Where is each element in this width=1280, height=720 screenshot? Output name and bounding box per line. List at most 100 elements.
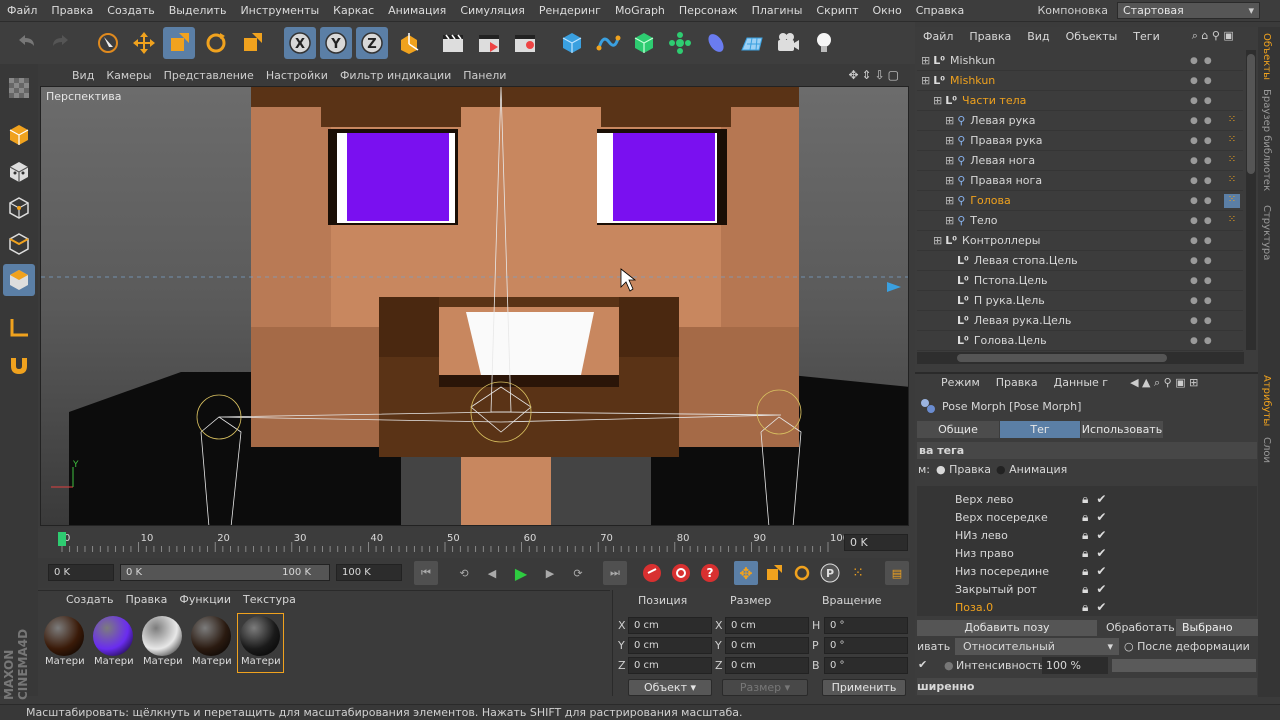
- menu-animation[interactable]: Анимация: [381, 4, 453, 17]
- material-swatch[interactable]: Матери: [189, 614, 234, 672]
- pose-tag-icon[interactable]: ⁙: [1224, 174, 1240, 188]
- attr-tab-tag[interactable]: Тег: [1000, 421, 1080, 438]
- redo-button[interactable]: [45, 27, 77, 59]
- key-rotation-button[interactable]: [790, 561, 814, 585]
- expand-icon[interactable]: ⊞: [945, 134, 954, 147]
- visibility-dots[interactable]: ●●: [1190, 131, 1216, 151]
- position-field[interactable]: 0 cm: [628, 617, 712, 634]
- obj-menu-tags[interactable]: Теги: [1125, 30, 1167, 43]
- go-end-button[interactable]: ⏭: [603, 561, 627, 585]
- pose-tag-icon[interactable]: ⁙: [1224, 114, 1240, 128]
- texture-mode-button[interactable]: [3, 156, 35, 188]
- key-scale-button[interactable]: [762, 561, 786, 585]
- coord-mode-select[interactable]: Объект ▾: [628, 679, 712, 696]
- y-axis-button[interactable]: Y: [320, 27, 352, 59]
- after-deform-checkbox[interactable]: ○ После деформации: [1124, 640, 1250, 653]
- material-swatch[interactable]: Матери: [91, 614, 136, 672]
- make-editable-button[interactable]: [3, 72, 35, 104]
- menu-simulation[interactable]: Симуляция: [453, 4, 532, 17]
- current-frame-field[interactable]: 0 K: [844, 534, 908, 551]
- visibility-dots[interactable]: ●●: [1190, 271, 1216, 291]
- material-swatch[interactable]: Матери: [237, 613, 284, 673]
- obj-menu-file[interactable]: Файл: [915, 30, 961, 43]
- menu-create[interactable]: Создать: [100, 4, 162, 17]
- obj-menu-objects[interactable]: Объекты: [1058, 30, 1126, 43]
- viewport-nav-icons[interactable]: ✥⇕⇩▢: [848, 68, 902, 82]
- recent-tool-button[interactable]: [236, 27, 268, 59]
- key-param-button[interactable]: P: [818, 561, 842, 585]
- go-start-button[interactable]: ⏮: [414, 561, 438, 585]
- intensity-check[interactable]: ✔: [918, 658, 927, 671]
- apply-button[interactable]: Применить: [822, 679, 906, 696]
- scene-button[interactable]: [736, 27, 768, 59]
- auto-key-button[interactable]: [669, 561, 693, 585]
- timeline-window-button[interactable]: ▤: [885, 561, 909, 585]
- layout-select[interactable]: Стартовая ▾: [1117, 2, 1260, 19]
- pose-tag-icon[interactable]: ⁙: [1224, 214, 1240, 228]
- render-settings-button[interactable]: [509, 27, 541, 59]
- tab-content-browser[interactable]: Браузер библиотек: [1261, 89, 1272, 191]
- expand-icon[interactable]: ⊞: [945, 194, 954, 207]
- menu-window[interactable]: Окно: [865, 4, 908, 17]
- mat-menu-texture[interactable]: Текстура: [237, 593, 302, 606]
- next-key-button[interactable]: ⟳: [566, 561, 590, 585]
- attr-tab-basic[interactable]: Общие: [917, 421, 999, 438]
- range-slider[interactable]: 0 K 100 K: [120, 564, 330, 581]
- tab-structure[interactable]: Структура: [1261, 205, 1272, 260]
- pose-lock-check[interactable]: 🔒︎✔: [1082, 510, 1114, 525]
- visibility-dots[interactable]: ●●: [1190, 311, 1216, 331]
- menu-render[interactable]: Рендеринг: [532, 4, 608, 17]
- visibility-dots[interactable]: ●●: [1190, 111, 1216, 131]
- playhead[interactable]: [58, 532, 66, 546]
- menu-tools[interactable]: Инструменты: [233, 4, 326, 17]
- vp-menu-panels[interactable]: Панели: [457, 69, 512, 82]
- visibility-dots[interactable]: ●●: [1190, 151, 1216, 171]
- edges-mode-button[interactable]: [3, 228, 35, 260]
- pose-item[interactable]: Низ посередине: [955, 565, 1049, 578]
- live-select-button[interactable]: [92, 27, 124, 59]
- rotation-field[interactable]: 0 °: [824, 637, 908, 654]
- undo-button[interactable]: [10, 27, 42, 59]
- obj-menu-view[interactable]: Вид: [1019, 30, 1057, 43]
- next-frame-button[interactable]: ▶: [538, 561, 562, 585]
- expand-icon[interactable]: ⊞: [945, 214, 954, 227]
- rotate-tool-button[interactable]: [200, 27, 232, 59]
- vp-menu-view[interactable]: Вид: [66, 69, 100, 82]
- render-picture-button[interactable]: [473, 27, 505, 59]
- play-button[interactable]: ▶: [509, 561, 533, 585]
- timeline-ruler[interactable]: 0 10 20 30 40 50 60 70 80 90 100: [38, 528, 910, 558]
- deformer-button[interactable]: [700, 27, 732, 59]
- pose-item[interactable]: Низ право: [955, 547, 1014, 560]
- size-field[interactable]: 0 cm: [725, 617, 809, 634]
- material-swatch[interactable]: Матери: [140, 614, 185, 672]
- key-pla-button[interactable]: ⁙: [846, 561, 870, 585]
- scale-tool-button[interactable]: [163, 27, 195, 59]
- axis-mode-button[interactable]: [3, 312, 35, 344]
- expand-icon[interactable]: ⊞: [921, 54, 930, 67]
- light-button[interactable]: [808, 27, 840, 59]
- pose-lock-check[interactable]: 🔒︎✔: [1082, 546, 1114, 561]
- menu-plugins[interactable]: Плагины: [745, 4, 810, 17]
- tab-objects[interactable]: Объекты: [1261, 33, 1272, 80]
- generator-button[interactable]: [628, 27, 660, 59]
- pose-lock-check[interactable]: 🔒︎✔: [1082, 528, 1114, 543]
- perspective-viewport[interactable]: Y Перспектива: [40, 86, 909, 526]
- spline-button[interactable]: [592, 27, 624, 59]
- tab-layers[interactable]: Слои: [1261, 437, 1272, 463]
- pose-item[interactable]: Поза.0: [955, 601, 993, 614]
- attr-tab-use[interactable]: Использовать: [1081, 421, 1163, 438]
- expand-icon[interactable]: ⊞: [945, 174, 954, 187]
- mat-menu-create[interactable]: Создать: [60, 593, 120, 606]
- snap-button[interactable]: [3, 349, 35, 381]
- search-icon[interactable]: ⌕ ⌂ ⚲ ▣: [1192, 29, 1234, 43]
- expand-icon[interactable]: ⊞: [945, 154, 954, 167]
- mix-mode-select[interactable]: Относительный ▾: [955, 638, 1119, 655]
- vp-menu-options[interactable]: Настройки: [260, 69, 334, 82]
- menu-select[interactable]: Выделить: [162, 4, 234, 17]
- pose-item[interactable]: Верх посередке: [955, 511, 1048, 524]
- visibility-dots[interactable]: ●●: [1190, 191, 1216, 211]
- menu-mesh[interactable]: Каркас: [326, 4, 381, 17]
- visibility-dots[interactable]: ●●: [1190, 91, 1216, 111]
- attr-menu-userdata[interactable]: Данные г: [1046, 376, 1116, 390]
- size-field[interactable]: 0 cm: [725, 657, 809, 674]
